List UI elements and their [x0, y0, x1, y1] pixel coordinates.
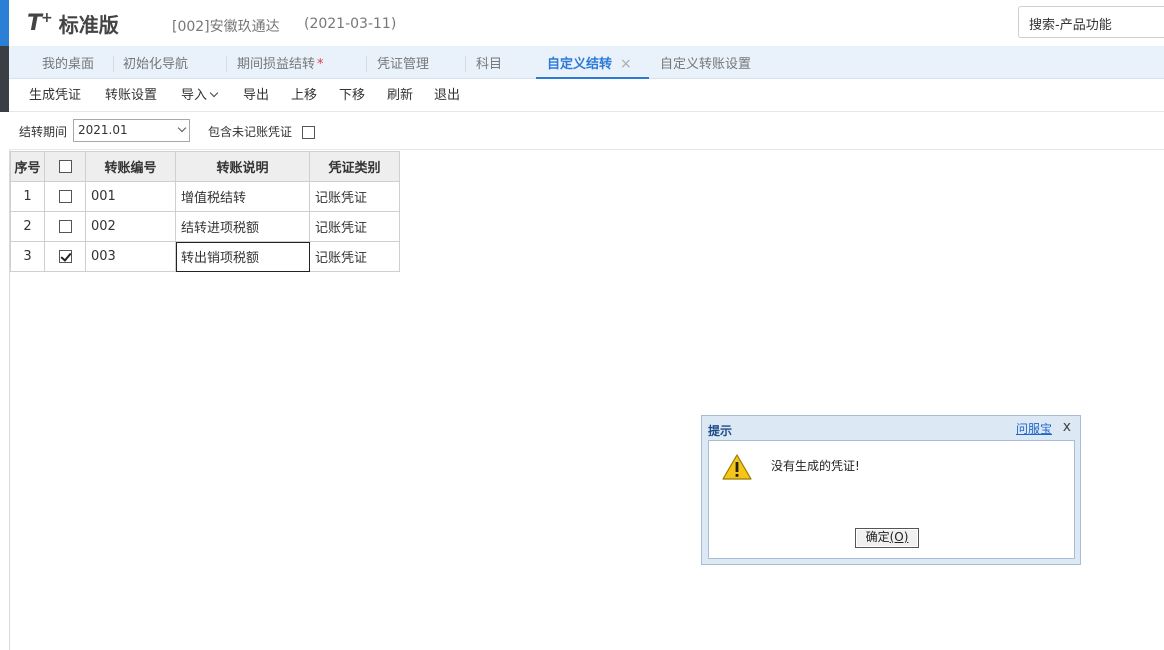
- prompt-dialog: 提示 问服宝 x 没有生成的凭证! 确定(O): [701, 415, 1081, 565]
- tab-bar: 我的桌面 初始化导航 期间损益结转 * 凭证管理 科目 自定义结转 × 自定义转账设…: [0, 46, 1164, 79]
- cell-desc[interactable]: 增值税结转: [175, 181, 310, 212]
- tab-voucher-mgmt[interactable]: 凭证管理: [377, 46, 429, 79]
- ok-button[interactable]: 确定(O): [855, 528, 919, 548]
- warning-icon: [722, 454, 752, 480]
- cell-seq: 3: [10, 241, 45, 272]
- import-label: 导入: [181, 88, 208, 103]
- move-down-button[interactable]: 下移: [339, 79, 365, 112]
- cell-seq: 2: [10, 211, 45, 242]
- cell-code[interactable]: 002: [85, 211, 176, 242]
- cell-seq: 1: [10, 181, 45, 212]
- tab-custom-transfer-settings[interactable]: 自定义转账设置: [660, 46, 751, 79]
- search-input[interactable]: 搜索-产品功能: [1018, 6, 1164, 38]
- tab-label: 自定义结转: [547, 57, 613, 72]
- tab-period-pl[interactable]: 期间损益结转 *: [237, 46, 324, 79]
- app-logo: T + 标准版: [27, 9, 119, 37]
- table-header-row: 序号 转账编号 转账说明 凭证类别: [10, 151, 400, 182]
- company-name: [002]安徽玖通达: [172, 19, 280, 35]
- product-name: 标准版: [58, 12, 119, 37]
- row-checkbox[interactable]: [58, 220, 72, 233]
- refresh-button[interactable]: 刷新: [387, 79, 413, 112]
- export-button[interactable]: 导出: [243, 79, 269, 112]
- tab-label: 期间损益结转: [237, 57, 316, 72]
- filter-bar: 结转期间 2021.01 包含未记账凭证: [9, 112, 1164, 150]
- tab-accounts[interactable]: 科目: [476, 46, 502, 79]
- row-checkbox[interactable]: [58, 250, 72, 263]
- cell-code[interactable]: 003: [85, 241, 176, 272]
- exit-button[interactable]: 退出: [434, 79, 460, 112]
- header-accent-bar: [0, 0, 9, 46]
- ok-shortcut: (O): [889, 530, 909, 544]
- table-row[interactable]: 2 002 结转进项税额 记账凭证: [10, 211, 400, 242]
- header-seq: 序号: [10, 151, 45, 182]
- ok-label: 确定: [865, 530, 890, 544]
- chevron-down-icon: [177, 123, 187, 133]
- tab-separator: [113, 56, 114, 72]
- transfer-settings-button[interactable]: 转账设置: [105, 79, 157, 112]
- close-icon[interactable]: x: [1063, 419, 1071, 435]
- dialog-message: 没有生成的凭证!: [771, 459, 860, 473]
- cell-type[interactable]: 记账凭证: [309, 241, 400, 272]
- period-value: 2021.01: [78, 123, 128, 137]
- tab-custom-transfer[interactable]: 自定义结转 ×: [536, 46, 649, 79]
- header-desc[interactable]: 转账说明: [175, 151, 310, 182]
- modified-marker: *: [317, 57, 324, 72]
- generate-voucher-button[interactable]: 生成凭证: [29, 79, 81, 112]
- dialog-body: 没有生成的凭证! 确定(O): [708, 440, 1075, 559]
- tab-separator: [226, 56, 227, 72]
- cell-desc[interactable]: 转出销项税额: [175, 241, 310, 272]
- header-code[interactable]: 转账编号: [85, 151, 176, 182]
- logo-plus: +: [41, 10, 53, 26]
- left-dark-strip: [0, 46, 9, 112]
- chevron-down-icon: [209, 88, 219, 98]
- cell-desc[interactable]: 结转进项税额: [175, 211, 310, 242]
- transfer-table: 序号 转账编号 转账说明 凭证类别 1 001 增值税结转 记账凭证 2 002…: [10, 151, 400, 272]
- close-icon[interactable]: ×: [620, 56, 632, 72]
- cell-select[interactable]: [44, 241, 86, 272]
- header-type[interactable]: 凭证类别: [309, 151, 400, 182]
- login-date: (2021-03-11): [304, 16, 397, 32]
- cell-select[interactable]: [44, 211, 86, 242]
- tab-separator: [465, 56, 466, 72]
- row-checkbox[interactable]: [58, 190, 72, 203]
- select-all-checkbox[interactable]: [58, 160, 72, 173]
- header-select-all[interactable]: [44, 151, 86, 182]
- app-header: T + 标准版 [002]安徽玖通达 (2021-03-11) 搜索-产品功能: [0, 0, 1164, 46]
- include-unposted-label: 包含未记账凭证: [208, 125, 293, 139]
- import-button[interactable]: 导入: [181, 79, 219, 112]
- move-up-button[interactable]: 上移: [291, 79, 317, 112]
- cell-code[interactable]: 001: [85, 181, 176, 212]
- logo-mark: T: [27, 10, 42, 36]
- include-unposted-checkbox[interactable]: [302, 126, 315, 139]
- period-label: 结转期间: [19, 125, 68, 139]
- help-link[interactable]: 问服宝: [1016, 420, 1052, 437]
- table-row[interactable]: 3 003 转出销项税额 记账凭证: [10, 241, 400, 272]
- tab-separator: [366, 56, 367, 72]
- table-row[interactable]: 1 001 增值税结转 记账凭证: [10, 181, 400, 212]
- tab-init-guide[interactable]: 初始化导航: [123, 46, 188, 79]
- cell-type[interactable]: 记账凭证: [309, 181, 400, 212]
- tab-desktop[interactable]: 我的桌面: [42, 46, 94, 79]
- toolbar: 生成凭证 转账设置 导入 导出 上移 下移 刷新 退出: [9, 79, 1164, 112]
- period-select[interactable]: 2021.01: [73, 119, 190, 142]
- dialog-title: 提示: [708, 424, 733, 438]
- cell-select[interactable]: [44, 181, 86, 212]
- cell-type[interactable]: 记账凭证: [309, 211, 400, 242]
